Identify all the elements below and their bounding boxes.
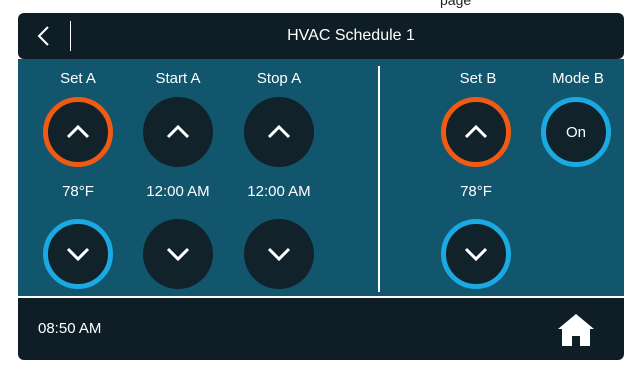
set-b-up-button[interactable] bbox=[441, 97, 511, 167]
back-chevron-icon bbox=[37, 26, 49, 46]
stop-a-label: Stop A bbox=[256, 70, 302, 87]
zone-divider bbox=[378, 66, 380, 292]
chevron-up-icon bbox=[166, 124, 190, 139]
chevron-down-icon bbox=[66, 247, 90, 262]
start-a-up-button[interactable] bbox=[143, 97, 213, 167]
set-a-label: Set A bbox=[60, 70, 96, 87]
start-a-label: Start A bbox=[155, 70, 201, 87]
home-icon bbox=[558, 314, 594, 346]
mode-b-label: Mode B bbox=[552, 70, 604, 87]
set-b-down-button[interactable] bbox=[441, 219, 511, 289]
schedule-panel: Set A Start A Stop A 78°F 12:00 AM 12:00… bbox=[18, 59, 624, 296]
footer-bar: 08:50 AM bbox=[18, 298, 624, 360]
set-a-down-button[interactable] bbox=[43, 219, 113, 289]
chevron-down-icon bbox=[166, 247, 190, 262]
page-label: page bbox=[440, 0, 472, 8]
set-b-label: Set B bbox=[459, 70, 497, 87]
chevron-up-icon bbox=[66, 124, 90, 139]
title-bar: HVAC Schedule 1 bbox=[18, 13, 624, 59]
chevron-down-icon bbox=[464, 247, 488, 262]
title-divider bbox=[70, 21, 71, 51]
page-title: HVAC Schedule 1 bbox=[287, 27, 415, 44]
back-button[interactable] bbox=[18, 13, 70, 59]
chevron-up-icon bbox=[464, 124, 488, 139]
set-a-value: 78°F bbox=[62, 183, 94, 200]
chevron-up-icon bbox=[267, 124, 291, 139]
chevron-down-icon bbox=[267, 247, 291, 262]
stop-a-up-button[interactable] bbox=[244, 97, 314, 167]
stop-a-down-button[interactable] bbox=[244, 219, 314, 289]
start-a-down-button[interactable] bbox=[143, 219, 213, 289]
thermostat-screen: page HVAC Schedule 1 Set A Start A Stop … bbox=[0, 0, 643, 367]
set-b-value: 78°F bbox=[460, 183, 492, 200]
mode-b-value: On bbox=[565, 123, 586, 141]
mode-b-button[interactable]: On bbox=[541, 97, 611, 167]
start-a-value: 12:00 AM bbox=[146, 183, 210, 200]
home-button[interactable] bbox=[556, 312, 596, 348]
clock-time: 08:50 AM bbox=[38, 320, 102, 337]
set-a-up-button[interactable] bbox=[43, 97, 113, 167]
stop-a-value: 12:00 AM bbox=[247, 183, 311, 200]
